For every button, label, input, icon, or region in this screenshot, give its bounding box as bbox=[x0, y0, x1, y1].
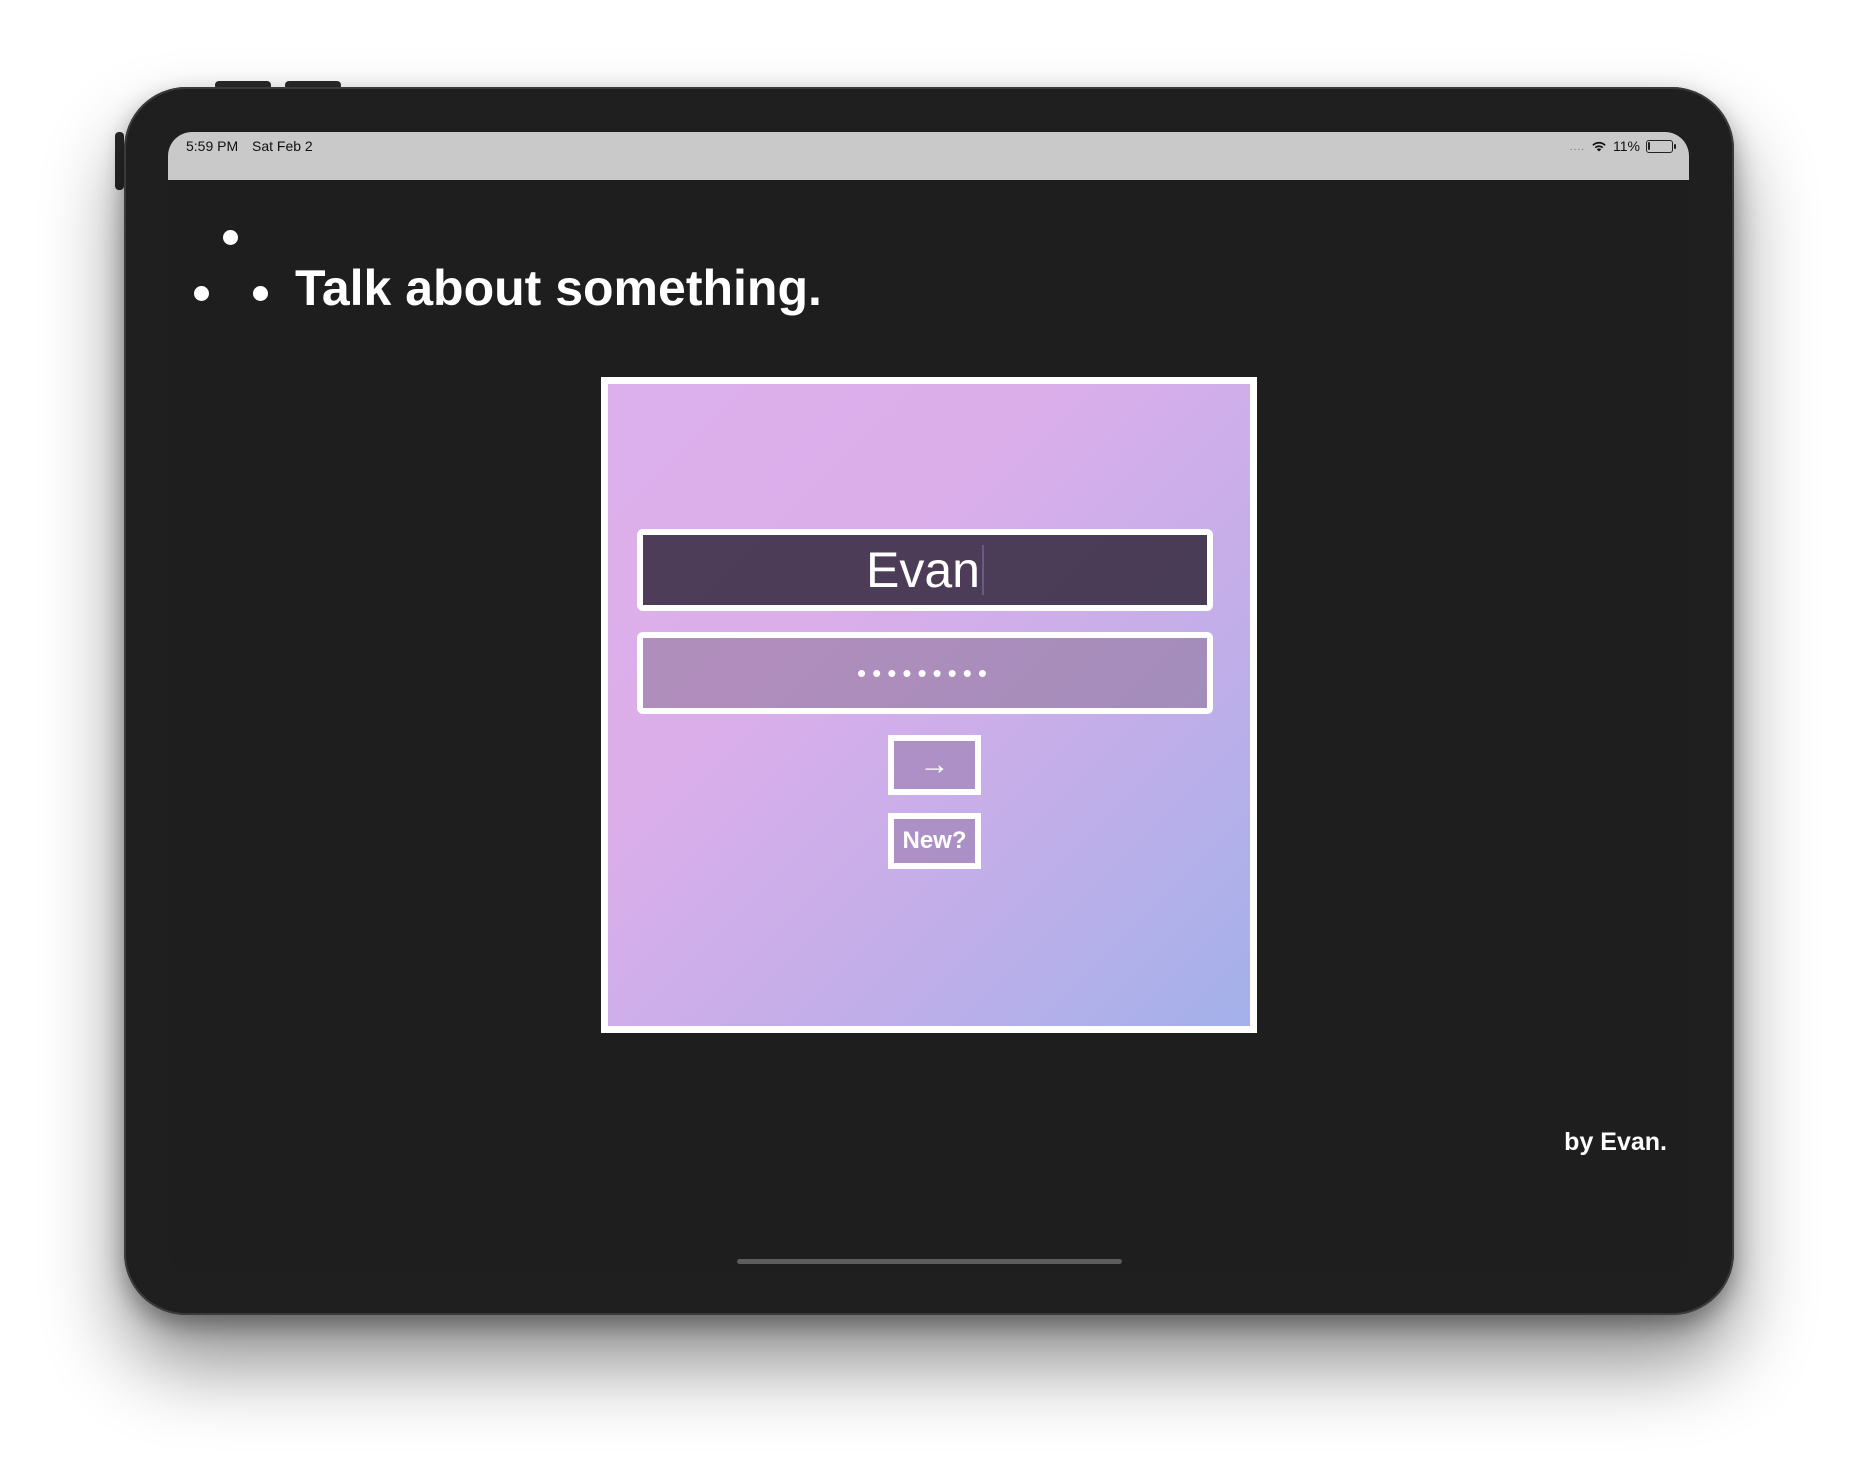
status-date: Sat Feb 2 bbox=[252, 138, 313, 154]
password-input[interactable]: ••••••••• bbox=[637, 632, 1213, 714]
username-input[interactable]: Evan bbox=[637, 529, 1213, 611]
cellular-signal-icon: .... bbox=[1569, 141, 1586, 153]
status-time: 5:59 PM bbox=[186, 138, 239, 154]
logo-dot bbox=[223, 230, 238, 245]
author-credit: by Evan. bbox=[1564, 1128, 1667, 1156]
submit-arrow-button[interactable]: → bbox=[888, 735, 981, 795]
status-indicators: .... 11% bbox=[1569, 138, 1676, 154]
logo-dot bbox=[253, 286, 268, 301]
app-screen: 5:59 PM Sat Feb 2 .... 11% Talk about so… bbox=[168, 132, 1689, 1272]
page-title: Talk about something. bbox=[295, 260, 822, 316]
status-bar: 5:59 PM Sat Feb 2 .... 11% bbox=[168, 132, 1689, 180]
username-value: Evan bbox=[866, 542, 980, 598]
battery-level-fill bbox=[1648, 141, 1650, 150]
battery-percent: 11% bbox=[1613, 138, 1640, 154]
text-caret bbox=[981, 545, 984, 595]
battery-icon bbox=[1646, 139, 1676, 153]
power-hardware-button bbox=[115, 132, 124, 190]
wifi-icon bbox=[1592, 141, 1606, 152]
logo-dot bbox=[194, 286, 209, 301]
three-dots-logo-icon bbox=[194, 230, 294, 301]
login-card: Evan ••••••••• → New? bbox=[601, 377, 1257, 1033]
arrow-right-icon: → bbox=[919, 748, 950, 781]
home-indicator[interactable] bbox=[737, 1259, 1122, 1264]
password-mask: ••••••••• bbox=[857, 657, 993, 688]
new-account-button[interactable]: New? bbox=[888, 813, 981, 869]
